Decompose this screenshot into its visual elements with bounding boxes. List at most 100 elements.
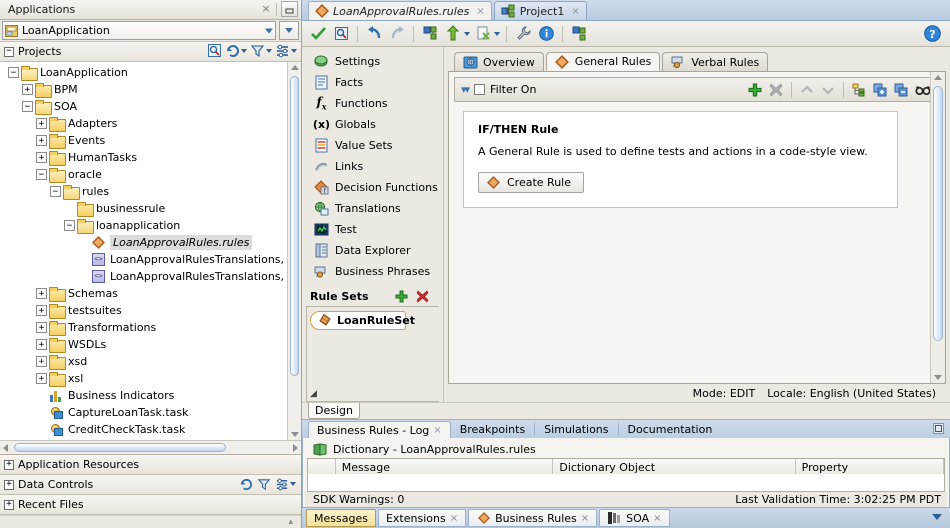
show-hide-icon[interactable]	[915, 83, 931, 97]
tree-item[interactable]: + testsuites	[0, 302, 287, 319]
chevron-down-icon[interactable]	[265, 28, 273, 33]
nav-item-decision-functions[interactable]: f Decision Functions	[302, 177, 443, 198]
close-icon[interactable]: ×	[433, 425, 441, 436]
minimize-icon[interactable]	[933, 423, 944, 434]
promote-icon[interactable]	[443, 24, 463, 44]
redo-icon[interactable]	[387, 24, 407, 44]
tree-item[interactable]: <> LoanApprovalRulesTranslations,	[0, 251, 287, 268]
tree-item[interactable]: − rules	[0, 183, 287, 200]
scroll-up-icon[interactable]	[291, 65, 299, 70]
tree-item[interactable]: + Adapters	[0, 115, 287, 132]
group-icon[interactable]	[852, 83, 866, 97]
tab-overview[interactable]: Overview	[454, 52, 544, 71]
tree-vertical-scrollbar[interactable]	[287, 62, 301, 440]
tree-item[interactable]: + xsd	[0, 353, 287, 370]
close-icon[interactable]: ×	[450, 513, 458, 524]
filter-icon[interactable]	[250, 43, 265, 58]
tree-toggle[interactable]: +	[36, 288, 47, 299]
move-up-icon[interactable]	[800, 83, 814, 97]
close-icon[interactable]: ×	[260, 1, 272, 17]
view-options-icon[interactable]	[275, 43, 290, 58]
log-tab-breakpoints[interactable]: Breakpoints	[451, 421, 535, 438]
search-icon[interactable]	[207, 43, 222, 58]
application-menu-button[interactable]	[279, 21, 299, 40]
log-column-header[interactable]: Dictionary Object	[553, 459, 796, 474]
tree-item[interactable]: + HumanTasks	[0, 149, 287, 166]
tree-item[interactable]: + Schemas	[0, 285, 287, 302]
nav-item-translations[interactable]: Translations	[302, 198, 443, 219]
chevron-down-icon[interactable]	[290, 482, 296, 486]
tree-toggle[interactable]: +	[36, 135, 47, 146]
tree-toggle[interactable]: −	[8, 67, 19, 78]
delete-icon[interactable]	[416, 290, 429, 303]
tree-item[interactable]: CaptureLoanTask.task	[0, 404, 287, 421]
left-panel-resize-strip[interactable]: ▴	[0, 515, 301, 528]
tab-verbal-rules[interactable]: Verbal Rules	[662, 52, 769, 71]
nav-item-business-phrases[interactable]: Business Phrases	[302, 261, 443, 282]
help-icon[interactable]: ?	[923, 24, 942, 43]
delete-rule-icon[interactable]	[769, 83, 783, 97]
filter-icon[interactable]	[257, 477, 271, 491]
tree-item[interactable]: + BPM	[0, 81, 287, 98]
tree-toggle[interactable]: −	[22, 101, 33, 112]
export-icon[interactable]	[473, 24, 493, 44]
scrollbar-thumb[interactable]	[933, 86, 943, 341]
tree-horizontal-scrollbar[interactable]	[0, 440, 301, 454]
nav-item-test[interactable]: Test	[302, 219, 443, 240]
create-rule-button[interactable]: Create Rule	[478, 172, 584, 193]
tree-toggle[interactable]: −	[36, 169, 47, 180]
tree-toggle[interactable]: +	[36, 373, 47, 384]
chevron-down-icon[interactable]	[464, 31, 470, 36]
chevron-down-icon[interactable]	[494, 31, 500, 36]
section-expander[interactable]: +	[4, 459, 14, 470]
resize-grip-icon[interactable]: ◢	[310, 389, 317, 399]
log-column-header[interactable]	[308, 459, 336, 474]
refresh-icon[interactable]	[225, 43, 240, 58]
filter-on-checkbox[interactable]	[474, 84, 486, 95]
scroll-down-icon[interactable]	[934, 375, 942, 380]
application-combo[interactable]: LoanApplication	[2, 21, 276, 40]
projects-expander[interactable]: −	[4, 46, 14, 57]
section-expander[interactable]: +	[4, 499, 14, 510]
editor-tab[interactable]: Project1 ×	[493, 1, 587, 20]
tree-toggle[interactable]: +	[22, 84, 33, 95]
tree-item[interactable]: − SOA	[0, 98, 287, 115]
minimize-icon[interactable]	[281, 1, 298, 17]
close-icon[interactable]: ×	[571, 6, 579, 17]
scroll-up-icon[interactable]	[934, 75, 942, 80]
add-rule-icon[interactable]	[748, 83, 762, 97]
tree-item[interactable]: CreditCheckTask.task	[0, 421, 287, 438]
dock-tab-extensions[interactable]: Extensions ×	[377, 509, 467, 527]
tree-item[interactable]: LoanApprovalRules.rules	[0, 234, 287, 251]
close-icon[interactable]: ×	[476, 6, 484, 17]
chevron-down-icon[interactable]	[291, 48, 297, 53]
dock-tab-business-rules[interactable]: Business Rules ×	[468, 509, 598, 527]
nav-item-links[interactable]: Links	[302, 156, 443, 177]
tree-item[interactable]: + xsl	[0, 370, 287, 387]
tree-toggle[interactable]: +	[36, 118, 47, 129]
refresh-icon[interactable]	[239, 477, 253, 491]
nav-item-facts[interactable]: Facts	[302, 72, 443, 93]
chevron-down-icon[interactable]	[932, 514, 942, 520]
chevron-down-icon[interactable]	[266, 48, 272, 53]
dock-tab-soa[interactable]: SOA ×	[599, 509, 670, 527]
nav-item-settings[interactable]: Settings	[302, 51, 443, 72]
collapsed-section[interactable]: + Recent Files	[0, 495, 301, 515]
log-column-header[interactable]: Message	[336, 459, 554, 474]
tab-design[interactable]: Design	[308, 403, 360, 419]
tree-toggle[interactable]: +	[36, 305, 47, 316]
nav-item-functions[interactable]: fx Functions	[302, 93, 443, 114]
section-expander[interactable]: +	[4, 479, 14, 490]
add-icon[interactable]	[395, 290, 408, 303]
tree-item[interactable]: + Events	[0, 132, 287, 149]
editor-tab[interactable]: LoanApprovalRules.rules ×	[308, 1, 492, 20]
search-doc-icon[interactable]	[331, 24, 351, 44]
tree-toggle[interactable]: +	[36, 152, 47, 163]
rules-vertical-scrollbar[interactable]	[930, 72, 945, 383]
info-icon[interactable]	[536, 24, 556, 44]
scrollbar-thumb[interactable]	[290, 76, 299, 376]
nav-item-globals[interactable]: (x) Globals	[302, 114, 443, 135]
expand-all-icon[interactable]	[873, 83, 887, 97]
move-down-icon[interactable]	[821, 83, 835, 97]
scrollbar-thumb[interactable]	[14, 443, 226, 452]
